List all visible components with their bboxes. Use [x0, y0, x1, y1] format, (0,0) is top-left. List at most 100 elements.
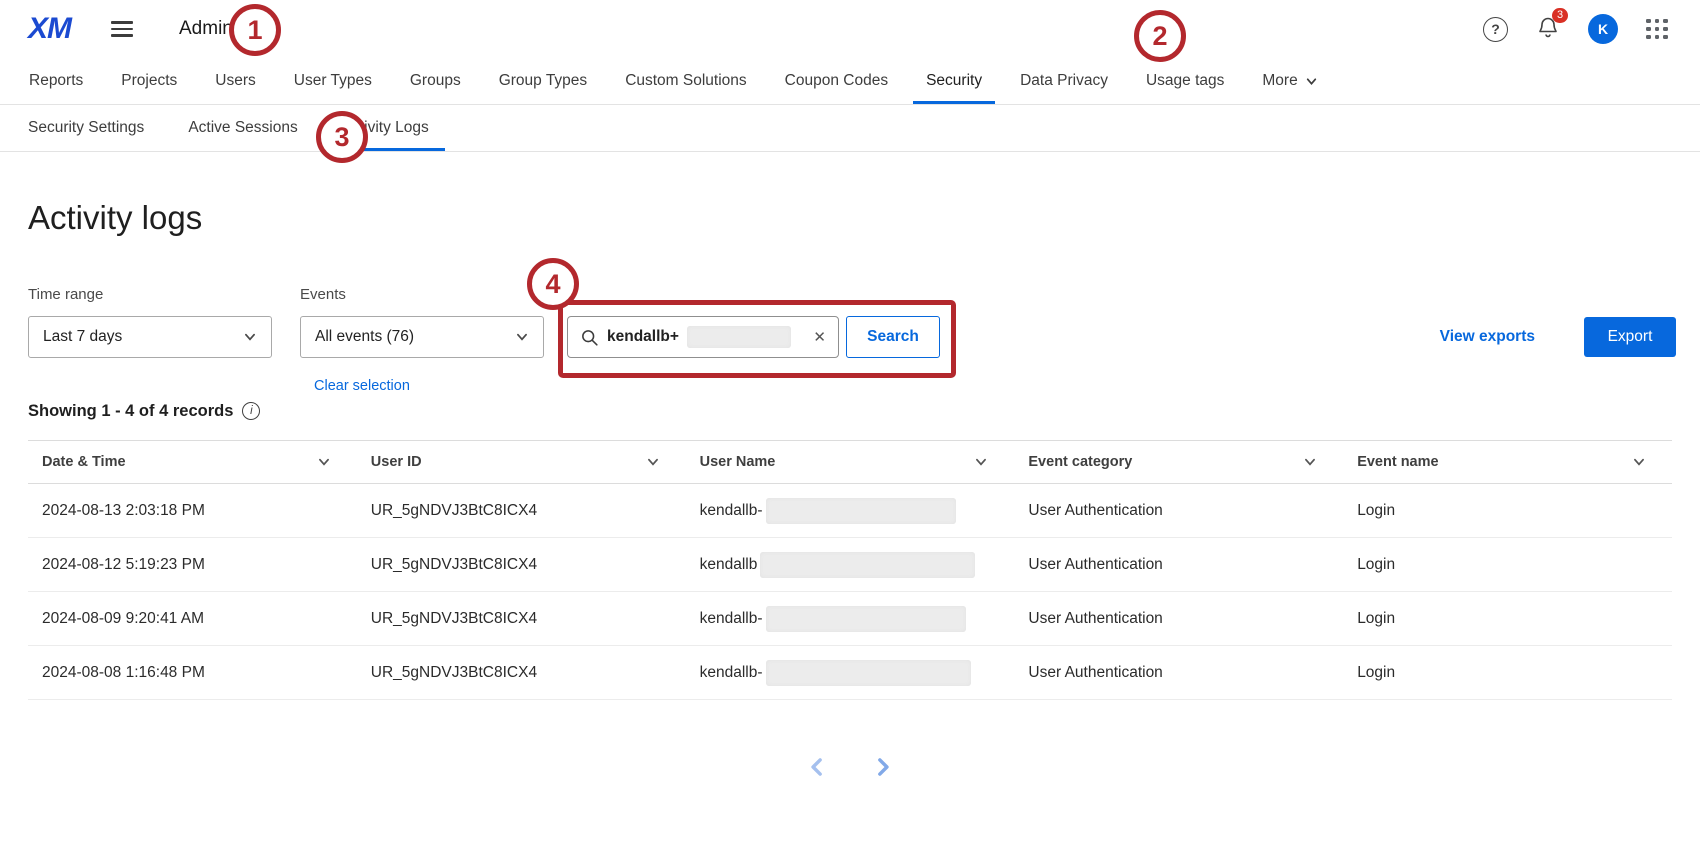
nav-tabs: Reports Projects Users User Types Groups…	[0, 58, 1700, 105]
cell-event-category: User Authentication	[1014, 502, 1343, 520]
chevron-down-icon	[646, 455, 660, 469]
records-summary-row: Showing 1 - 4 of 4 records i	[28, 398, 1700, 424]
chevron-down-icon	[515, 330, 529, 344]
chevron-down-icon	[317, 455, 331, 469]
chevron-down-icon	[1632, 455, 1646, 469]
table-row: 2024-08-09 9:20:41 AM UR_5gNDVJ3BtC8ICX4…	[28, 592, 1672, 646]
annotation-number: 2	[1152, 21, 1167, 52]
column-header-event-category[interactable]: Event category	[1014, 454, 1343, 470]
clear-search-icon[interactable]: ✕	[813, 328, 826, 346]
tab-more-label: More	[1262, 72, 1297, 90]
events-value: All events (76)	[315, 328, 414, 346]
tab-user-types[interactable]: User Types	[275, 58, 391, 104]
cell-user-name: kendallb-	[686, 606, 1015, 632]
user-name-text: kendallb	[700, 556, 758, 574]
chevron-down-icon	[1303, 455, 1317, 469]
previous-page-icon[interactable]	[806, 756, 828, 778]
user-name-text: kendallb-	[700, 502, 763, 520]
view-exports-link[interactable]: View exports	[1440, 316, 1535, 358]
table-row: 2024-08-12 5:19:23 PM UR_5gNDVJ3BtC8ICX4…	[28, 538, 1672, 592]
table-row: 2024-08-13 2:03:18 PM UR_5gNDVJ3BtC8ICX4…	[28, 484, 1672, 538]
cell-datetime: 2024-08-09 9:20:41 AM	[28, 610, 357, 628]
search-value: kendallb+	[607, 328, 679, 346]
export-button[interactable]: Export	[1584, 317, 1676, 357]
chevron-down-icon	[243, 330, 257, 344]
user-avatar[interactable]: K	[1588, 14, 1618, 44]
cell-event-name: Login	[1343, 502, 1672, 520]
tab-projects[interactable]: Projects	[102, 58, 196, 104]
cell-event-name: Login	[1343, 556, 1672, 574]
user-name-text: kendallb-	[700, 664, 763, 682]
search-input[interactable]: kendallb+ ✕	[567, 316, 839, 358]
column-label: Date & Time	[42, 454, 126, 470]
tab-security[interactable]: Security	[907, 58, 1001, 104]
notifications-bell-icon[interactable]: 3	[1536, 15, 1560, 44]
search-button[interactable]: Search	[846, 316, 940, 358]
annotation-number: 3	[334, 122, 349, 153]
annotation-step-3: 3	[316, 111, 368, 163]
tab-group-types[interactable]: Group Types	[480, 58, 606, 104]
column-label: Event name	[1357, 454, 1438, 470]
events-select[interactable]: All events (76)	[300, 316, 544, 358]
column-header-date-time[interactable]: Date & Time	[28, 454, 357, 470]
column-header-user-id[interactable]: User ID	[357, 454, 686, 470]
cell-event-name: Login	[1343, 664, 1672, 682]
clear-selection-link[interactable]: Clear selection	[314, 378, 410, 394]
subtab-security-settings[interactable]: Security Settings	[6, 105, 166, 151]
table-header: Date & Time User ID User Name Event cate…	[28, 440, 1672, 484]
cell-datetime: 2024-08-13 2:03:18 PM	[28, 502, 357, 520]
redacted-text	[766, 498, 956, 524]
filters-bar: Time range Last 7 days Events All events…	[0, 238, 1700, 378]
menu-icon[interactable]	[111, 21, 133, 36]
tab-groups[interactable]: Groups	[391, 58, 480, 104]
column-label: User Name	[700, 454, 776, 470]
page-title: Activity logs	[28, 198, 1700, 238]
app-title: Admin	[179, 18, 233, 40]
tab-usage-tags[interactable]: Usage tags	[1127, 58, 1243, 104]
column-header-user-name[interactable]: User Name	[686, 454, 1015, 470]
tab-custom-solutions[interactable]: Custom Solutions	[606, 58, 765, 104]
time-range-label: Time range	[28, 286, 103, 303]
help-icon[interactable]: ?	[1483, 17, 1508, 42]
annotation-number: 4	[545, 269, 560, 300]
tab-reports[interactable]: Reports	[10, 58, 102, 104]
redacted-text	[760, 552, 975, 578]
annotation-number: 1	[247, 15, 262, 46]
xm-logo[interactable]: XM	[28, 12, 71, 46]
user-name-text: kendallb-	[700, 610, 763, 628]
cell-user-name: kendallb	[686, 552, 1015, 578]
tab-more[interactable]: More	[1243, 58, 1336, 104]
subnav-tabs: Security Settings Active Sessions Activi…	[0, 105, 1700, 152]
cell-event-name: Login	[1343, 610, 1672, 628]
info-icon[interactable]: i	[242, 402, 260, 420]
subtab-active-sessions[interactable]: Active Sessions	[166, 105, 319, 151]
cell-user-id: UR_5gNDVJ3BtC8ICX4	[357, 502, 686, 520]
next-page-icon[interactable]	[872, 756, 894, 778]
annotation-step-1: 1	[229, 4, 281, 56]
notification-badge: 3	[1552, 8, 1568, 23]
redacted-text	[766, 606, 966, 632]
table-row: 2024-08-08 1:16:48 PM UR_5gNDVJ3BtC8ICX4…	[28, 646, 1672, 700]
cell-user-name: kendallb-	[686, 660, 1015, 686]
redacted-text	[687, 326, 791, 348]
cell-user-id: UR_5gNDVJ3BtC8ICX4	[357, 664, 686, 682]
tab-users[interactable]: Users	[196, 58, 274, 104]
activity-logs-table: Date & Time User ID User Name Event cate…	[28, 440, 1672, 700]
cell-user-id: UR_5gNDVJ3BtC8ICX4	[357, 610, 686, 628]
apps-grid-icon[interactable]	[1646, 19, 1668, 40]
annotation-step-4: 4	[527, 258, 579, 310]
tab-coupon-codes[interactable]: Coupon Codes	[766, 58, 907, 104]
cell-event-category: User Authentication	[1014, 664, 1343, 682]
cell-user-id: UR_5gNDVJ3BtC8ICX4	[357, 556, 686, 574]
annotation-step-2: 2	[1134, 10, 1186, 62]
column-header-event-name[interactable]: Event name	[1343, 454, 1672, 470]
time-range-select[interactable]: Last 7 days	[28, 316, 272, 358]
cell-event-category: User Authentication	[1014, 556, 1343, 574]
cell-datetime: 2024-08-12 5:19:23 PM	[28, 556, 357, 574]
tab-data-privacy[interactable]: Data Privacy	[1001, 58, 1127, 104]
chevron-down-icon	[1305, 75, 1318, 88]
column-label: User ID	[371, 454, 422, 470]
cell-datetime: 2024-08-08 1:16:48 PM	[28, 664, 357, 682]
redacted-text	[766, 660, 971, 686]
events-label: Events	[300, 286, 346, 303]
